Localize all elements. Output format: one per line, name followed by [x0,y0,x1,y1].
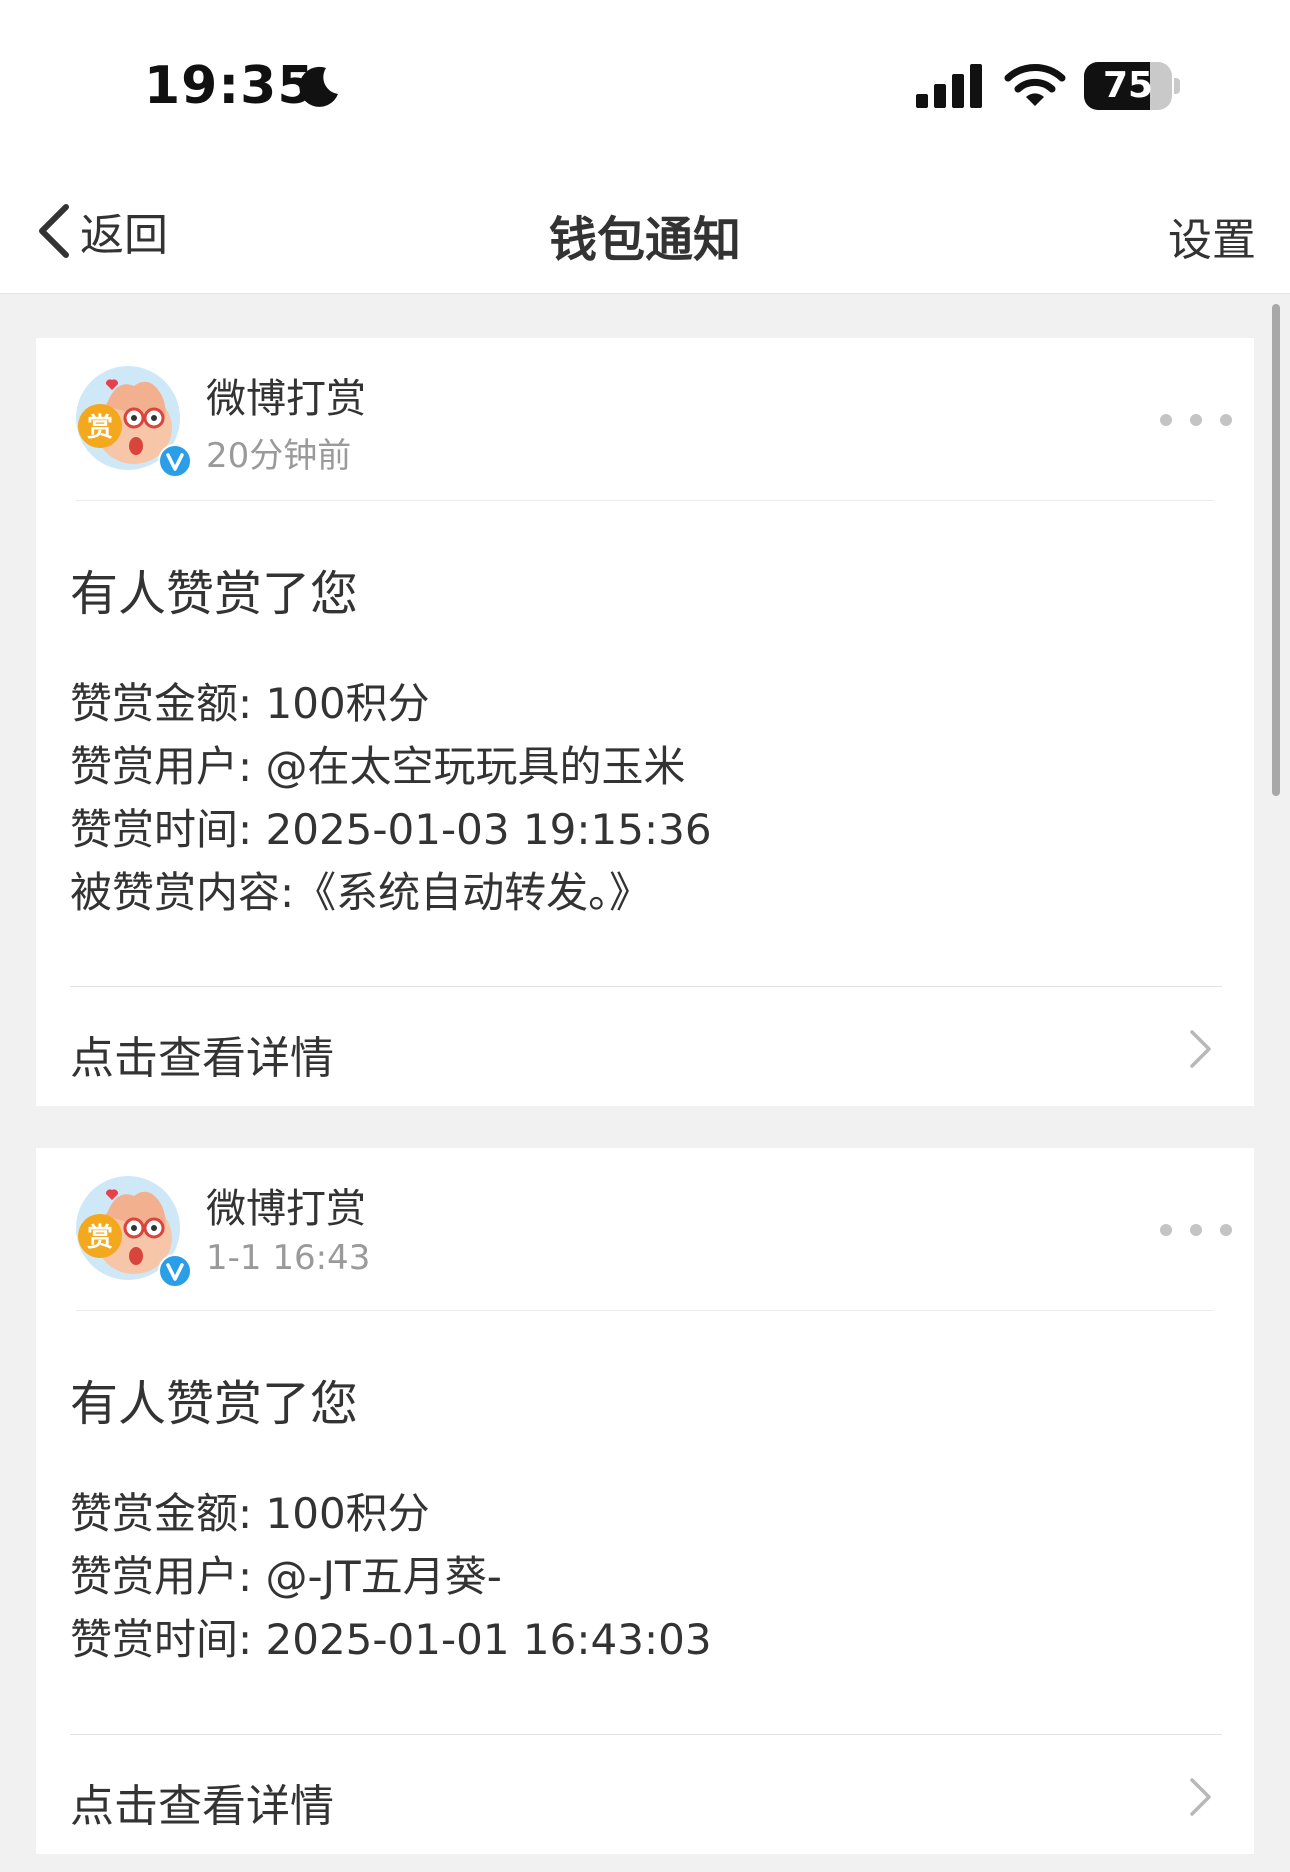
chevron-right-icon [1190,1030,1211,1068]
settings-button[interactable]: 设置 [1168,204,1256,268]
notification-time: 1-1 16:43 [206,1238,371,1278]
notification-card: 赏 微博打赏 1-1 16:43 有人赞赏了您 赞赏金额: 100积分 赞赏用户… [36,1148,1254,1854]
verified-badge-icon [158,444,192,478]
battery-level: 75 [1102,65,1154,106]
page-title: 钱包通知 [548,212,741,268]
dot-icon [1190,414,1202,426]
notification-card: 赏 微博打赏 20分钟前 有人赞赏了您 赞赏金额: 100积分 赞赏用户: @在… [36,338,1254,1106]
svg-text:赏: 赏 [87,1223,113,1253]
divider [76,1310,1214,1311]
notification-body: 赞赏金额: 100积分 赞赏用户: @在太空玩玩具的玉米 赞赏时间: 2025-… [70,672,712,924]
wallet-notifications-screen: 19:35 75 返回 钱包通知 设置 赏 微博打赏 20分钟前 有人赞赏了您 … [0,0,1290,1872]
nav-bar: 返回 钱包通知 设置 [0,170,1290,294]
sender-name[interactable]: 微博打赏 [206,1176,366,1234]
scrollbar[interactable] [1272,304,1280,796]
dot-icon [1220,1224,1232,1236]
wifi-icon [1004,64,1066,106]
notification-title: 有人赞赏了您 [70,1376,359,1432]
view-details-label: 点击查看详情 [70,1781,334,1832]
moon-icon [299,66,338,107]
sender-name[interactable]: 微博打赏 [206,366,366,424]
amount-line: 赞赏金额: 100积分 [70,1489,430,1538]
time-line: 赞赏时间: 2025-01-03 19:15:36 [70,805,712,854]
amount-line: 赞赏金额: 100积分 [70,679,430,728]
card-header: 赏 微博打赏 1-1 16:43 [36,1148,1254,1308]
back-button[interactable]: 返回 [34,196,168,266]
notification-title: 有人赞赏了您 [70,566,359,622]
notification-body: 赞赏金额: 100积分 赞赏用户: @-JT五月葵- 赞赏时间: 2025-01… [70,1482,712,1671]
divider [76,500,1214,501]
signal-icon [916,64,982,108]
more-options-button[interactable] [1160,408,1232,432]
time-line: 赞赏时间: 2025-01-01 16:43:03 [70,1615,712,1664]
dot-icon [1220,414,1232,426]
view-details-row[interactable]: 点击查看详情 [36,988,1254,1106]
battery-icon: 75 [1084,62,1180,110]
back-label: 返回 [80,210,168,261]
user-line: 赞赏用户: @在太空玩玩具的玉米 [70,742,686,791]
chevron-right-icon [1190,1778,1211,1816]
dot-icon [1160,1224,1172,1236]
svg-text:赏: 赏 [87,413,113,443]
view-details-row[interactable]: 点击查看详情 [36,1736,1254,1854]
user-line: 赞赏用户: @-JT五月葵- [70,1552,502,1601]
view-details-label: 点击查看详情 [70,1033,334,1084]
chevron-left-icon [39,204,69,258]
divider [70,986,1222,987]
status-bar: 19:35 75 [0,0,1290,170]
dot-icon [1190,1224,1202,1236]
status-time: 19:35 [144,56,315,116]
content-line: 被赞赏内容:《系统自动转发。》 [70,868,652,917]
divider [70,1734,1222,1735]
verified-badge-icon [158,1254,192,1288]
card-header: 赏 微博打赏 20分钟前 [36,338,1254,498]
more-options-button[interactable] [1160,1218,1232,1242]
notification-time: 20分钟前 [206,436,352,476]
dot-icon [1160,414,1172,426]
